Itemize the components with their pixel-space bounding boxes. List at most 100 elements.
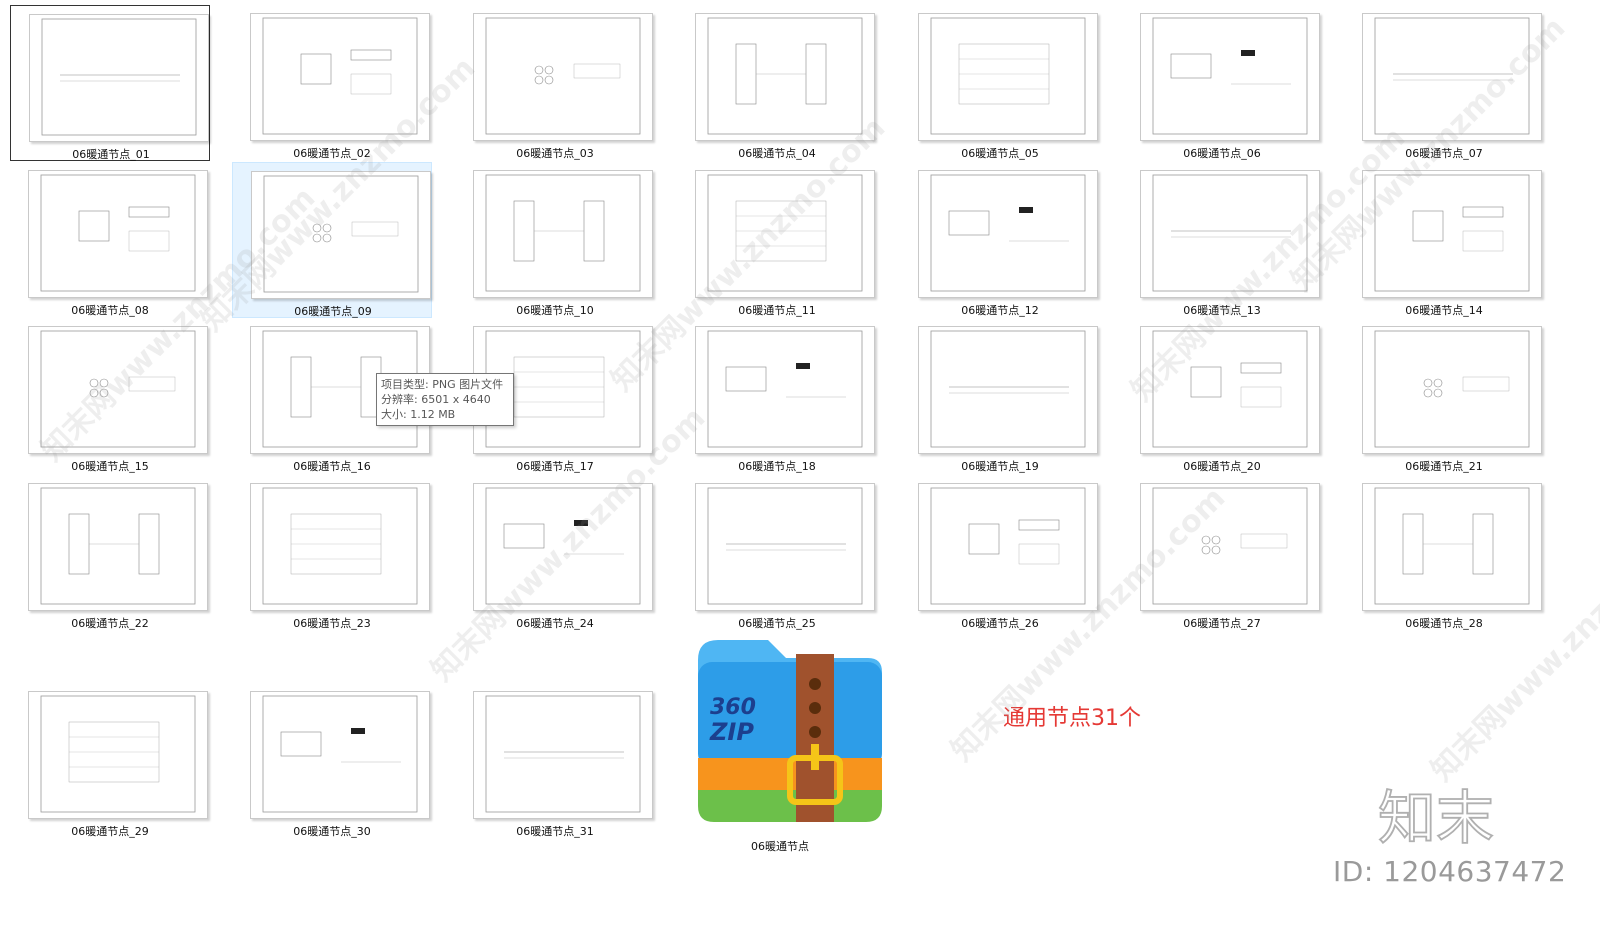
file-item[interactable]: 06暖通节点_23 xyxy=(232,475,432,631)
file-thumbnail xyxy=(695,483,875,611)
file-name-label: 06暖通节点_27 xyxy=(1183,617,1261,630)
file-name-label: 06暖通节点_10 xyxy=(516,304,594,317)
file-name-label: 06暖通节点_28 xyxy=(1405,617,1483,630)
file-name-label: 06暖通节点_13 xyxy=(1183,304,1261,317)
file-item[interactable]: 06暖通节点_10 xyxy=(455,162,655,318)
file-thumbnail xyxy=(1140,170,1320,298)
file-thumbnail xyxy=(918,483,1098,611)
file-item[interactable]: 06暖通节点_28 xyxy=(1344,475,1544,631)
file-thumbnail xyxy=(250,691,430,819)
file-item[interactable]: 06暖通节点_12 xyxy=(900,162,1100,318)
file-item[interactable]: 06暖通节点_19 xyxy=(900,318,1100,474)
file-item[interactable]: 06暖通节点_20 xyxy=(1122,318,1322,474)
file-item[interactable]: 06暖通节点_14 xyxy=(1344,162,1544,318)
file-name-label: 06暖通节点_11 xyxy=(738,304,816,317)
file-name-label: 06暖通节点_22 xyxy=(71,617,149,630)
file-thumbnail xyxy=(695,326,875,454)
file-name-label: 06暖通节点_16 xyxy=(293,460,371,473)
file-item[interactable]: 06暖通节点_13 xyxy=(1122,162,1322,318)
resource-id: ID: 1204637472 xyxy=(1333,855,1567,888)
svg-text:ZIP: ZIP xyxy=(709,718,754,746)
file-name-label: 06暖通节点_23 xyxy=(293,617,371,630)
file-thumbnail xyxy=(28,691,208,819)
file-item[interactable]: 06暖通节点_22 xyxy=(10,475,210,631)
file-name-label: 06暖通节点_15 xyxy=(71,460,149,473)
file-name-label: 06暖通节点_05 xyxy=(961,147,1039,160)
file-thumbnail xyxy=(473,691,653,819)
file-thumbnail xyxy=(1362,483,1542,611)
file-item[interactable]: 06暖通节点_01 xyxy=(10,5,210,161)
file-thumbnail xyxy=(473,483,653,611)
file-item[interactable]: 06暖通节点_18 xyxy=(677,318,877,474)
file-thumbnail xyxy=(1362,13,1542,141)
archive-item[interactable]: 360 ZIP 06暖通节点 xyxy=(690,640,890,853)
file-thumbnail xyxy=(250,13,430,141)
file-name-label: 06暖通节点_02 xyxy=(293,147,371,160)
file-thumbnail xyxy=(695,170,875,298)
file-name-label: 06暖通节点_26 xyxy=(961,617,1039,630)
file-name-label: 06暖通节点_20 xyxy=(1183,460,1261,473)
file-thumbnail xyxy=(251,171,431,299)
file-name-label: 06暖通节点_08 xyxy=(71,304,149,317)
file-item[interactable]: 06暖通节点_05 xyxy=(900,5,1100,161)
file-name-label: 06暖通节点_07 xyxy=(1405,147,1483,160)
file-tooltip: 项目类型: PNG 图片文件 分辨率: 6501 x 4640 大小: 1.12… xyxy=(376,373,514,426)
file-item[interactable]: 06暖通节点_06 xyxy=(1122,5,1322,161)
file-name-label: 06暖通节点_24 xyxy=(516,617,594,630)
file-thumbnail xyxy=(1140,326,1320,454)
file-item[interactable]: 06暖通节点_26 xyxy=(900,475,1100,631)
file-thumbnail xyxy=(1140,13,1320,141)
file-item[interactable]: 06暖通节点_27 xyxy=(1122,475,1322,631)
file-item[interactable]: 06暖通节点_11 xyxy=(677,162,877,318)
tooltip-resolution: 分辨率: 6501 x 4640 xyxy=(381,393,491,406)
file-thumbnail xyxy=(1362,170,1542,298)
file-name-label: 06暖通节点_21 xyxy=(1405,460,1483,473)
file-item[interactable]: 06暖通节点_07 xyxy=(1344,5,1544,161)
file-thumbnail xyxy=(1140,483,1320,611)
file-name-label: 06暖通节点_17 xyxy=(516,460,594,473)
file-item[interactable]: 06暖通节点_30 xyxy=(232,683,432,839)
file-name-label: 06暖通节点_09 xyxy=(294,305,372,318)
360zip-archive-icon: 360 ZIP xyxy=(698,640,882,822)
file-thumbnail xyxy=(918,13,1098,141)
file-thumbnail xyxy=(918,326,1098,454)
file-name-label: 06暖通节点_18 xyxy=(738,460,816,473)
file-thumbnail xyxy=(695,13,875,141)
file-thumbnail xyxy=(473,13,653,141)
file-item[interactable]: 06暖通节点_21 xyxy=(1344,318,1544,474)
tooltip-type: 项目类型: PNG 图片文件 xyxy=(381,378,504,391)
file-item[interactable]: 06暖通节点_04 xyxy=(677,5,877,161)
file-thumbnail xyxy=(473,170,653,298)
file-name-label: 06暖通节点_25 xyxy=(738,617,816,630)
file-item[interactable]: 06暖通节点_08 xyxy=(10,162,210,318)
file-thumbnail xyxy=(28,326,208,454)
file-item[interactable]: 06暖通节点_29 xyxy=(10,683,210,839)
tooltip-size: 大小: 1.12 MB xyxy=(381,408,456,421)
file-item[interactable]: 06暖通节点_09 xyxy=(232,162,432,318)
file-name-label: 06暖通节点_31 xyxy=(516,825,594,838)
file-name-label: 06暖通节点_01 xyxy=(72,148,150,161)
svg-text:知末: 知末 xyxy=(1378,784,1494,848)
file-item[interactable]: 06暖通节点_31 xyxy=(455,683,655,839)
file-item[interactable]: 06暖通节点_02 xyxy=(232,5,432,161)
file-name-label: 06暖通节点_30 xyxy=(293,825,371,838)
file-name-label: 06暖通节点_14 xyxy=(1405,304,1483,317)
svg-text:360: 360 xyxy=(710,695,756,720)
file-item[interactable]: 06暖通节点_03 xyxy=(455,5,655,161)
file-name-label: 06暖通节点_06 xyxy=(1183,147,1261,160)
file-item[interactable]: 06暖通节点_24 xyxy=(455,475,655,631)
archive-label: 06暖通节点 xyxy=(751,840,809,853)
file-thumbnail xyxy=(28,170,208,298)
file-thumbnail xyxy=(28,483,208,611)
file-thumbnail xyxy=(29,14,209,142)
brand-logo: 知末 xyxy=(1377,782,1508,853)
file-item[interactable]: 06暖通节点_15 xyxy=(10,318,210,474)
file-name-label: 06暖通节点_29 xyxy=(71,825,149,838)
file-name-label: 06暖通节点_19 xyxy=(961,460,1039,473)
file-item[interactable]: 06暖通节点_25 xyxy=(677,475,877,631)
node-count-note: 通用节点31个 xyxy=(1003,706,1141,731)
file-thumbnail xyxy=(918,170,1098,298)
file-name-label: 06暖通节点_04 xyxy=(738,147,816,160)
file-thumbnail xyxy=(250,483,430,611)
file-name-label: 06暖通节点_03 xyxy=(516,147,594,160)
